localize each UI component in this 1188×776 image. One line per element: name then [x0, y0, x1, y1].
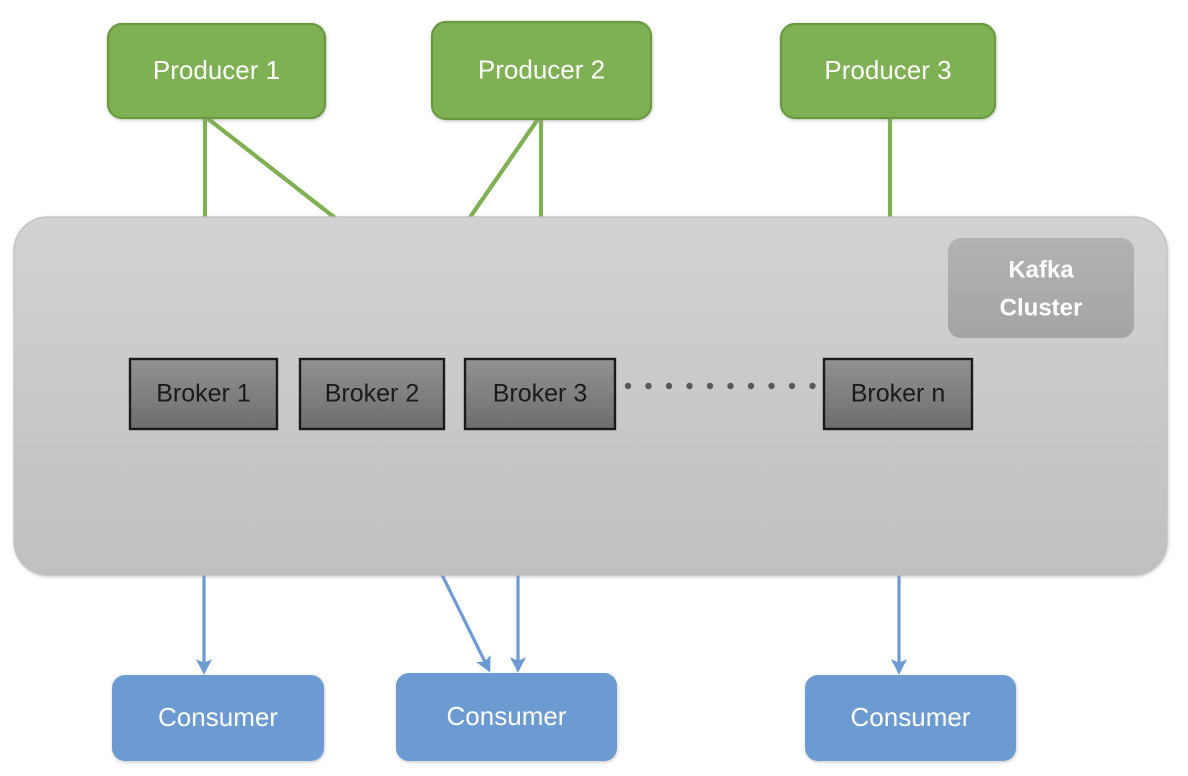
producer-1[interactable]: Producer 1	[106, 22, 327, 120]
producer-3-label: Producer 3	[824, 55, 951, 85]
broker-1[interactable]: Broker 1	[128, 357, 279, 431]
consumer-2-label: Consumer	[447, 701, 567, 731]
ellipsis-dot	[645, 382, 652, 390]
consumer-3-label: Consumer	[851, 702, 971, 732]
producer-1-label: Producer 1	[153, 55, 280, 85]
broker-2[interactable]: Broker 2	[298, 357, 446, 431]
broker-n-label: Broker n	[851, 380, 945, 408]
broker-3-label: Broker 3	[493, 380, 587, 408]
ellipsis-dot	[809, 382, 816, 390]
consumer-1-label: Consumer	[158, 702, 278, 732]
ellipsis-dot	[768, 382, 775, 390]
ellipsis-dot	[727, 382, 734, 390]
ellipsis-dot	[686, 382, 693, 390]
node-layer: Kafka Cluster Broker 1 Broker 2 Broker 3 Bro…	[13, 20, 1168, 761]
producer-3[interactable]: Producer 3	[779, 22, 997, 120]
ellipsis-dot	[624, 382, 632, 390]
consumer-2[interactable]: Consumer	[396, 673, 617, 761]
consumer-1[interactable]: Consumer	[112, 675, 324, 761]
kafka-cluster-badge	[948, 238, 1134, 338]
ellipsis-dot	[788, 382, 796, 390]
ellipsis-dot	[747, 382, 755, 390]
kafka-architecture-diagram: Kafka Cluster Broker 1 Broker 2 Broker 3 Bro…	[0, 0, 1188, 776]
broker-n[interactable]: Broker n	[822, 357, 974, 431]
ellipsis-dot	[665, 382, 673, 390]
broker-1-label: Broker 1	[156, 380, 250, 408]
cluster-label-line2: Cluster	[1000, 294, 1083, 321]
producer-2-label: Producer 2	[478, 54, 605, 84]
producer-2[interactable]: Producer 2	[430, 20, 653, 121]
ellipsis-dot	[706, 382, 714, 390]
broker-2-label: Broker 2	[325, 380, 419, 408]
consumer-3[interactable]: Consumer	[805, 675, 1016, 761]
cluster-label-line1: Kafka	[1008, 256, 1074, 283]
broker-3[interactable]: Broker 3	[463, 357, 617, 431]
